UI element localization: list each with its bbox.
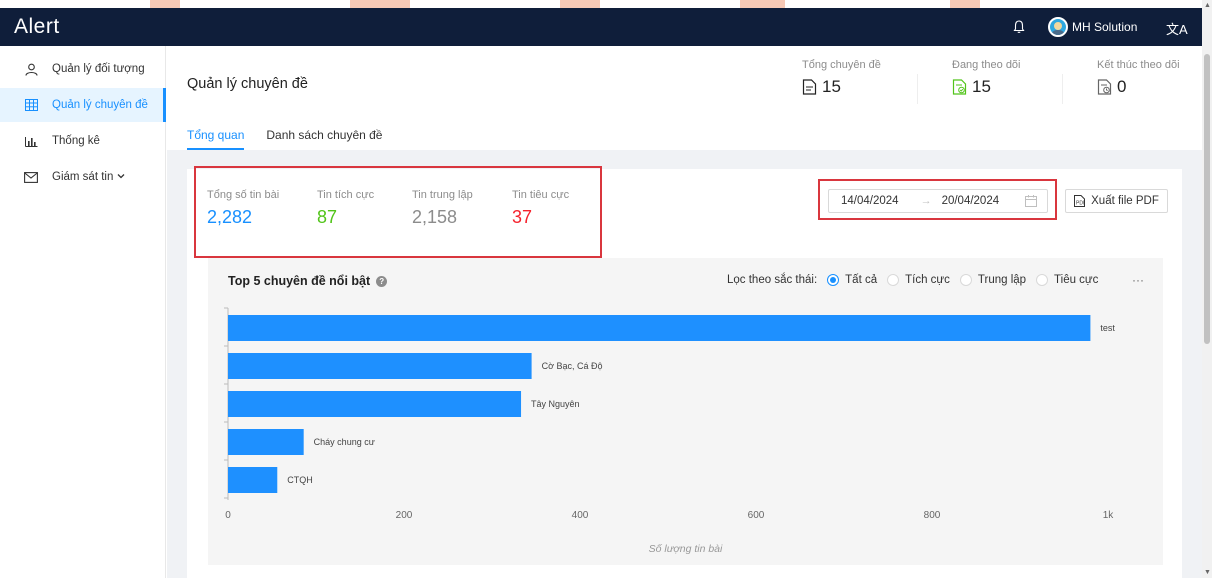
summary-label: Tin tiêu cực [512, 189, 570, 201]
tab-bar: Tổng quan Danh sách chuyên đề [187, 128, 404, 150]
sidebar-item-statistics[interactable]: Thống kê [0, 124, 166, 158]
chart-title-text: Top 5 chuyên đề nổi bật [228, 274, 371, 288]
stat-total-topics: Tổng chuyên đề 15 [802, 59, 881, 97]
user-icon [24, 62, 38, 76]
file-icon [802, 79, 817, 95]
bar-label: CTQH [287, 475, 313, 485]
main-content: Quản lý chuyên đề Tổng chuyên đề 15 Đang… [167, 46, 1202, 578]
sidebar-item-monitoring[interactable]: Giám sát tin [0, 160, 166, 194]
arrow-right-icon: → [920, 195, 932, 207]
stat-label: Đang theo dõi [952, 59, 1021, 71]
calendar-icon[interactable] [1025, 195, 1037, 207]
start-date[interactable]: 14/04/2024 [841, 195, 899, 207]
page-title: Quản lý chuyên đề [187, 76, 308, 92]
summary-negative: Tin tiêu cực 37 [512, 189, 569, 228]
bar-label: Tây Nguyên [531, 399, 580, 409]
x-axis-title: Số lượng tin bài [648, 543, 723, 555]
scroll-down-icon[interactable]: ▼ [1204, 569, 1211, 576]
tab-overview[interactable]: Tổng quan [187, 128, 245, 150]
bar [228, 353, 532, 379]
date-range-picker[interactable]: 14/04/2024 → 20/04/2024 [828, 189, 1048, 213]
bar-label: test [1100, 323, 1115, 333]
stat-ended: Kết thúc theo dõi 0 [1097, 59, 1180, 97]
help-icon[interactable]: ? [376, 275, 388, 287]
x-tick-label: 600 [748, 510, 765, 521]
summary-label: Tin tích cực [317, 189, 375, 201]
bar [228, 429, 304, 455]
sidebar-item-objects[interactable]: Quản lý đối tượng [0, 52, 166, 86]
summary-value: 2,282 [207, 207, 253, 227]
bar-chart: 0 200 400 600 800 1k test Cờ Bạc, Cá Độ Tây Nguy… [224, 307, 1115, 521]
sidebar-item-label: Quản lý đối tượng [52, 63, 145, 75]
app-logo[interactable]: Alert [14, 15, 60, 39]
x-tick-label: 1k [1103, 510, 1115, 521]
vertical-scrollbar[interactable]: ▲ ▼ [1202, 0, 1212, 578]
export-pdf-button[interactable]: PDF Xuất file PDF [1065, 189, 1168, 213]
bar-chart-icon [24, 134, 38, 148]
file-clock-icon [1097, 79, 1112, 95]
svg-text:PDF: PDF [1076, 201, 1085, 207]
summary-value: 87 [317, 207, 338, 227]
summary-label: Tổng số tin bài [207, 189, 280, 201]
x-tick-label: 200 [396, 510, 413, 521]
x-tick-label: 0 [225, 510, 231, 521]
bar [228, 315, 1091, 341]
page-header: Quản lý chuyên đề Tổng chuyên đề 15 Đang… [167, 46, 1202, 150]
bar-label: Cháy chung cư [314, 437, 375, 447]
stat-label: Kết thúc theo dõi [1097, 59, 1180, 71]
bell-icon[interactable] [1011, 19, 1027, 35]
translate-icon[interactable]: 文A [1166, 19, 1188, 38]
summary-label: Tin trung lập [412, 189, 473, 201]
bar [228, 391, 522, 417]
end-date[interactable]: 20/04/2024 [942, 195, 1000, 207]
filter-negative-radio[interactable]: Tiêu cực [1036, 274, 1098, 286]
user-name[interactable]: MH Solution [1072, 20, 1137, 34]
stat-following: Đang theo dõi 15 [952, 59, 1021, 97]
summary-value: 37 [512, 207, 533, 227]
mail-icon [24, 170, 38, 184]
x-tick-label: 400 [572, 510, 589, 521]
x-tick-label: 800 [924, 510, 941, 521]
filter-all-radio[interactable]: Tất cả [827, 274, 877, 286]
pdf-icon: PDF [1074, 195, 1086, 207]
export-label: Xuất file PDF [1091, 195, 1159, 207]
chart-title: Top 5 chuyên đề nổi bật ? [228, 274, 388, 288]
sidebar: Quản lý đối tượng Quản lý chuyên đề Thốn… [0, 46, 166, 578]
stat-label: Tổng chuyên đề [802, 59, 881, 71]
filter-neutral-radio[interactable]: Trung lập [959, 274, 1026, 286]
top-topics-chart-panel: Top 5 chuyên đề nổi bật ? Lọc theo sắc t… [208, 258, 1163, 565]
right-gutter [1212, 0, 1222, 578]
filter-positive-radio[interactable]: Tích cực [887, 274, 950, 286]
tab-topic-list[interactable]: Danh sách chuyên đề [266, 128, 382, 150]
summary-value: 2,158 [412, 207, 458, 227]
more-options-icon[interactable]: ··· [1132, 273, 1144, 287]
sidebar-item-label: Thống kê [52, 135, 100, 147]
stat-value: 0 [1117, 77, 1127, 96]
bar-label: Cờ Bạc, Cá Độ [542, 361, 603, 371]
sidebar-item-label: Giám sát tin [52, 171, 114, 183]
bar [228, 467, 278, 493]
scrollbar-thumb[interactable] [1204, 54, 1210, 344]
summary-total: Tổng số tin bài 2,282 [207, 189, 279, 228]
app-header: Alert MH Solution 文A [0, 8, 1212, 46]
avatar[interactable] [1048, 17, 1068, 37]
scroll-up-icon[interactable]: ▲ [1204, 2, 1211, 9]
sidebar-item-topics[interactable]: Quản lý chuyên đề [0, 88, 166, 122]
stat-value: 15 [972, 77, 991, 96]
overview-card: Tổng số tin bài 2,282 Tin tích cực 87 Ti… [187, 166, 1182, 578]
file-check-icon [952, 79, 967, 95]
summary-positive: Tin tích cực 87 [317, 189, 374, 228]
top-banner-strip [0, 0, 1212, 8]
table-icon [24, 98, 38, 112]
summary-neutral: Tin trung lập 2,158 [412, 189, 473, 228]
stat-value: 15 [822, 77, 841, 96]
chevron-down-icon [117, 174, 125, 179]
sentiment-filter: Lọc theo sắc thái: Tất cả Tích cực Trung… [727, 274, 1098, 286]
sidebar-item-label: Quản lý chuyên đề [52, 99, 148, 111]
filter-label: Lọc theo sắc thái: [727, 274, 818, 286]
